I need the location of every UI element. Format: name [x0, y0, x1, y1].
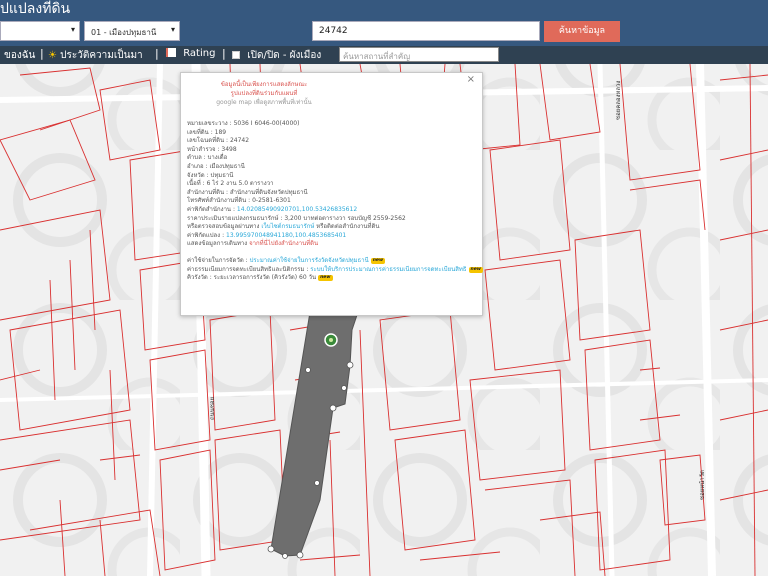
- fee-row: ค่าธรรมเนียมการจดทะเบียนสิทธิและนิติกรรม…: [187, 265, 483, 273]
- survey-queue-row: คิวรังวัด : ระยะเวลารอการรังวัด (คิวรังว…: [187, 274, 333, 282]
- separator: |: [222, 47, 226, 60]
- new-badge: new: [318, 275, 333, 282]
- detail-row: หน้าสำรวจ : 3498: [187, 145, 237, 153]
- province-select[interactable]: ▾: [0, 21, 80, 41]
- detail-row: อำเภอ : เมืองปทุมธานี: [187, 162, 245, 170]
- road-label: ถนนซอย: [209, 397, 216, 420]
- header-bar: ปแปลงที่ดิน ▾ 01 - เมืองปทุมธานี ▾ 24742…: [0, 0, 768, 46]
- place-search-input[interactable]: ค้นหาสถานที่สำคัญ: [339, 47, 499, 62]
- fee-link[interactable]: ระบบให้บริการประมาณการค่าธรรมเนียมการจดท…: [310, 266, 466, 273]
- checkbox-icon[interactable]: [232, 51, 240, 59]
- route-link[interactable]: จากที่นี่ไปยังสำนักงานที่ดิน: [249, 240, 318, 247]
- detail-row: หมายเลขระวาง : 5036 I 6046-00(4000): [187, 120, 300, 127]
- route-row: แสดงข้อมูลการเดินทาง จากที่นี่ไปยังสำนัก…: [187, 240, 319, 248]
- notice-line: รูปแปลงที่ดินร่วมกับแผนที่: [230, 90, 298, 97]
- app-title: ปแปลงที่ดิน: [0, 1, 71, 17]
- office-coord-row: ค่าพิกัดสำนักงาน : 14.02085490920701,100…: [187, 205, 358, 213]
- parcel-details: หมายเลขระวาง : 5036 I 6046-00(4000) เลขท…: [187, 120, 483, 283]
- parcel-number-input[interactable]: 24742: [312, 21, 540, 41]
- search-button[interactable]: ค้นหาข้อมูล: [544, 21, 620, 42]
- detail-row: จังหวัด : ปทุมธานี: [187, 171, 234, 179]
- toolbar-zoning-toggle[interactable]: เปิด/ปิด - ผังเมือง: [232, 48, 321, 63]
- map-pin-icon[interactable]: [324, 333, 338, 347]
- check-row: หรือตรวจสอบข้อมูลผ่านทาง เว็บไซต์กรมธนาร…: [187, 223, 380, 231]
- road-label: ซอยคลองหลวง: [615, 81, 622, 120]
- district-select[interactable]: 01 - เมืองปทุมธานี ▾: [84, 21, 180, 41]
- treasury-link[interactable]: เว็บไซต์กรมธนารักษ์: [261, 223, 314, 230]
- district-select-value: 01 - เมืองปทุมธานี: [91, 28, 157, 37]
- detail-row: ตำบล : บางเดื่อ: [187, 154, 228, 162]
- toolbar-rating[interactable]: Rating: [166, 48, 215, 59]
- survey-cost-link[interactable]: ประมาณค่าใช้จ่ายในการรังวัดจังหวัดปทุมธา…: [250, 257, 369, 264]
- detail-row: เลขโฉนดที่ดิน : 24742: [187, 137, 250, 145]
- office-coord-link[interactable]: 14.02085490920701,100.53426835612: [237, 206, 357, 213]
- toolbar: ของฉัน | ☀ ประวัติความเป็นมา | Rating | …: [0, 46, 768, 64]
- dropdown-arrow-icon: ▾: [170, 25, 175, 34]
- notice-line: ข้อมูลนี้เป็นเพียงการแสดงลักษณะ: [220, 81, 308, 88]
- toolbar-rating-label: Rating: [183, 48, 216, 59]
- toolbar-history-label: ประวัติความเป็นมา: [60, 50, 143, 61]
- sun-icon: ☀: [48, 50, 57, 61]
- new-badge: new: [370, 257, 386, 264]
- popup-notice: ข้อมูลนี้เป็นเพียงการแสดงลักษณะ รูปแปลงท…: [189, 80, 339, 107]
- separator: |: [40, 47, 44, 60]
- price-row: ราคาประเมินรายแปลงกรมธนารักษ์ : 3,200 บา…: [187, 214, 406, 222]
- detail-row: เลขที่ดิน : 189: [187, 128, 227, 136]
- parcel-info-popup: × ข้อมูลนี้เป็นเพียงการแสดงลักษณะ รูปแปล…: [180, 72, 483, 316]
- close-icon[interactable]: ×: [467, 75, 475, 85]
- toolbar-history[interactable]: ☀ ประวัติความเป็นมา: [48, 48, 143, 63]
- separator: |: [155, 47, 159, 60]
- toolbar-my-item[interactable]: ของฉัน: [4, 48, 35, 63]
- parcel-coord-link[interactable]: 13.995970048941180,100.4853685401: [226, 232, 346, 239]
- chart-icon: [166, 48, 176, 57]
- new-badge: new: [468, 266, 483, 273]
- notice-line: google map เพื่อดูสภาพพื้นที่เท่านั้น: [216, 99, 312, 106]
- dropdown-arrow-icon: ▾: [70, 25, 75, 34]
- road-label: ซอยหน้าวัด: [699, 470, 706, 500]
- detail-row: โทรศัพท์สำนักงานที่ดิน : 0-2581-6301: [187, 197, 291, 205]
- survey-cost-row: ค่าใช้จ่ายในการจัดวัด : ประมาณค่าใช้จ่าย…: [187, 256, 386, 264]
- toolbar-zoning-label: เปิด/ปิด - ผังเมือง: [247, 50, 322, 61]
- detail-row: เนื้อที่ : 6 ไร่ 2 งาน 5.0 ตารางวา: [187, 180, 274, 188]
